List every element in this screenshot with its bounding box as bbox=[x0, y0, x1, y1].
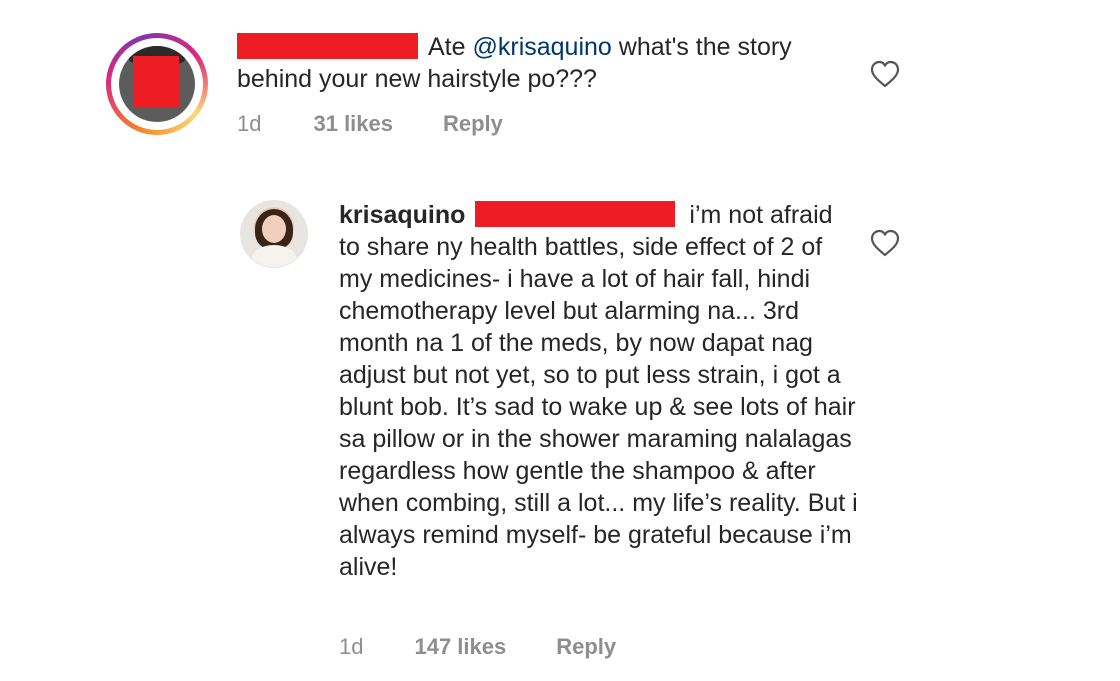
username-link[interactable]: krisaquino bbox=[339, 201, 465, 229]
comment-text: i’m not afraid to share ny health battle… bbox=[339, 201, 858, 581]
redaction-box bbox=[133, 56, 179, 108]
avatar-face bbox=[262, 215, 286, 243]
avatar-story-ring[interactable] bbox=[106, 33, 208, 135]
avatar[interactable] bbox=[240, 200, 308, 268]
comment-text-prefix: Ate bbox=[428, 33, 466, 61]
redacted-mention bbox=[475, 201, 676, 227]
comment-meta: 1d 147 likes Reply bbox=[339, 634, 616, 660]
reply-button[interactable]: Reply bbox=[443, 111, 503, 137]
comment-body: Ate @krisaquino what's the story behind … bbox=[237, 31, 857, 95]
redacted-username bbox=[237, 33, 418, 59]
comment-timestamp: 1d bbox=[237, 111, 262, 136]
comment-body: krisaquino i’m not afraid to share ny hea… bbox=[339, 199, 859, 583]
likes-count-button[interactable]: 147 likes bbox=[414, 634, 506, 660]
likes-count-button[interactable]: 31 likes bbox=[313, 111, 393, 137]
comment-timestamp: 1d bbox=[339, 634, 364, 659]
avatar-ring-gap bbox=[111, 38, 203, 130]
avatar-body bbox=[251, 245, 297, 267]
comment-meta: 1d 31 likes Reply bbox=[237, 111, 503, 137]
reply-button[interactable]: Reply bbox=[556, 634, 616, 660]
mention-link[interactable]: @krisaquino bbox=[472, 33, 611, 61]
heart-outline-icon[interactable] bbox=[870, 60, 900, 88]
avatar bbox=[119, 46, 195, 122]
heart-outline-icon[interactable] bbox=[870, 229, 900, 257]
